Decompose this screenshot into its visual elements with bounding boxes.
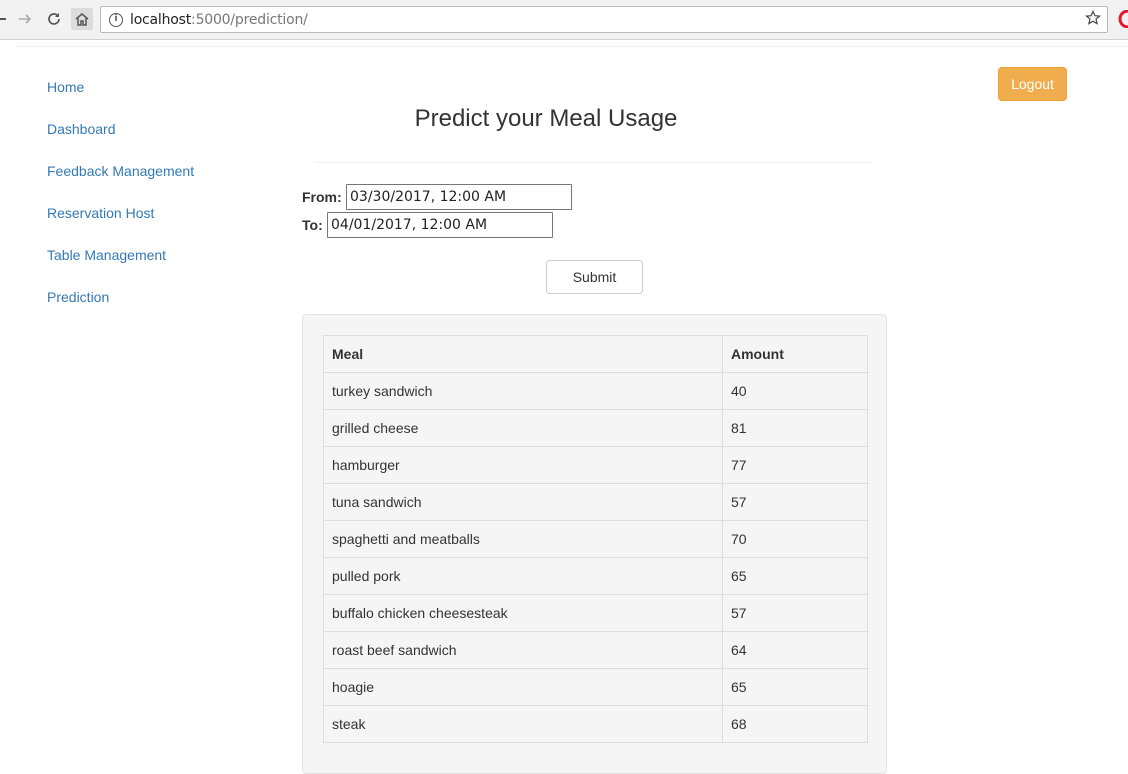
amount-cell: 65 — [722, 668, 868, 706]
meal-cell: tuna sandwich — [323, 483, 723, 521]
navbar-divider — [16, 46, 1128, 47]
amount-cell: 40 — [722, 372, 868, 410]
sidebar-item-dashboard[interactable]: Dashboard — [47, 120, 194, 162]
table-row: pulled pork 65 — [323, 557, 868, 595]
sidebar-item-reservation-host[interactable]: Reservation Host — [47, 204, 194, 246]
back-icon[interactable] — [0, 18, 6, 20]
url-text: localhost:5000/prediction/ — [130, 12, 308, 28]
meal-cell: hamburger — [323, 446, 723, 484]
amount-cell: 77 — [722, 446, 868, 484]
table-row: turkey sandwich 40 — [323, 372, 868, 410]
sidebar-item-home[interactable]: Home — [47, 78, 194, 120]
amount-column-header: Amount — [722, 335, 868, 373]
home-icon[interactable] — [71, 8, 93, 30]
amount-cell: 65 — [722, 557, 868, 595]
title-divider — [316, 162, 872, 163]
opera-icon[interactable] — [1118, 9, 1128, 33]
sidebar-item-prediction[interactable]: Prediction — [47, 288, 194, 330]
table-row: roast beef sandwich 64 — [323, 631, 868, 669]
forward-icon[interactable] — [14, 8, 36, 30]
url-host: localhost — [130, 12, 192, 28]
sidebar-item-feedback-management[interactable]: Feedback Management — [47, 162, 194, 204]
meal-cell: turkey sandwich — [323, 372, 723, 410]
to-date-input[interactable]: 04/01/2017, 12:00 AM — [327, 212, 553, 238]
table-row: steak 68 — [323, 705, 868, 743]
submit-button[interactable]: Submit — [546, 260, 643, 294]
table-row: hamburger 77 — [323, 446, 868, 484]
amount-cell: 57 — [722, 483, 868, 521]
amount-cell: 68 — [722, 705, 868, 743]
table-row: spaghetti and meatballs 70 — [323, 520, 868, 558]
amount-cell: 57 — [722, 594, 868, 632]
meal-cell: grilled cheese — [323, 409, 723, 447]
logout-button[interactable]: Logout — [998, 67, 1067, 101]
meal-column-header: Meal — [323, 335, 723, 373]
browser-toolbar: i localhost:5000/prediction/ — [0, 0, 1128, 40]
meal-cell: buffalo chicken cheesesteak — [323, 594, 723, 632]
table-row: grilled cheese 81 — [323, 409, 868, 447]
meal-cell: spaghetti and meatballs — [323, 520, 723, 558]
table-row: hoagie 65 — [323, 668, 868, 706]
from-label: From: — [302, 189, 342, 205]
meal-table: Meal Amount turkey sandwich 40 grilled ch… — [323, 335, 868, 743]
info-icon[interactable]: i — [109, 13, 123, 27]
sidebar: Home Dashboard Feedback Management Reser… — [47, 78, 194, 330]
table-row: buffalo chicken cheesesteak 57 — [323, 594, 868, 632]
amount-cell: 64 — [722, 631, 868, 669]
meal-cell: pulled pork — [323, 557, 723, 595]
page-title: Predict your Meal Usage — [414, 105, 678, 132]
reload-icon[interactable] — [43, 8, 65, 30]
from-date-input[interactable]: 03/30/2017, 12:00 AM — [346, 184, 572, 210]
table-header-row: Meal Amount — [323, 335, 868, 373]
meal-cell: steak — [323, 705, 723, 743]
meal-cell: hoagie — [323, 668, 723, 706]
bookmark-star-icon[interactable] — [1085, 10, 1101, 31]
meal-cell: roast beef sandwich — [323, 631, 723, 669]
sidebar-item-table-management[interactable]: Table Management — [47, 246, 194, 288]
url-path: :5000/prediction/ — [191, 12, 308, 28]
results-panel: Meal Amount turkey sandwich 40 grilled ch… — [302, 314, 887, 774]
table-row: tuna sandwich 57 — [323, 483, 868, 521]
address-bar[interactable]: i localhost:5000/prediction/ — [100, 6, 1108, 33]
amount-cell: 70 — [722, 520, 868, 558]
to-label: To: — [302, 217, 323, 233]
amount-cell: 81 — [722, 409, 868, 447]
